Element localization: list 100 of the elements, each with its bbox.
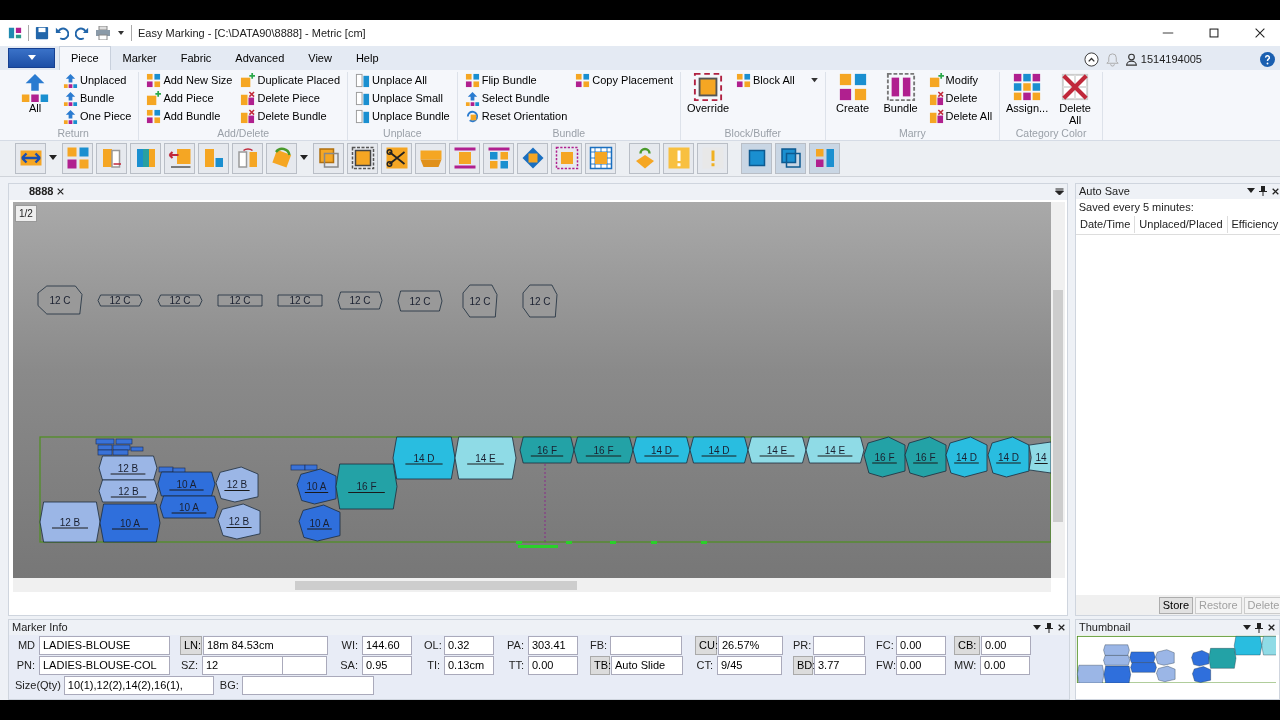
- maximize-icon[interactable]: [1207, 26, 1221, 40]
- pattern-piece[interactable]: 14 D: [945, 436, 988, 478]
- value-field[interactable]: 303.41: [528, 635, 578, 655]
- pattern-piece[interactable]: 14 D: [689, 436, 749, 464]
- collapse-ribbon-icon[interactable]: [1084, 51, 1100, 67]
- ribbon-tab[interactable]: Fabric: [168, 45, 224, 70]
- ribbon-button[interactable]: Assign...: [1006, 72, 1049, 115]
- pattern-piece[interactable]: 14 E: [454, 436, 517, 480]
- dropdown-caret-icon[interactable]: [1247, 188, 1256, 195]
- value-field[interactable]: 0.00: [980, 655, 1030, 675]
- close-icon[interactable]: [1057, 623, 1066, 633]
- value-field[interactable]: 10(1),12(2),14(2),16(1),: [63, 675, 214, 695]
- value-field[interactable]: [813, 635, 865, 655]
- dropdown-caret-icon[interactable]: [1243, 624, 1251, 631]
- value-field[interactable]: 0.00: [981, 635, 1031, 655]
- field-label-button[interactable]: BD:: [793, 655, 813, 675]
- value-field[interactable]: 26.57%: [718, 635, 783, 655]
- value-field[interactable]: [241, 675, 374, 695]
- field-label-button[interactable]: TB:: [590, 655, 610, 675]
- tool-button[interactable]: [775, 142, 806, 174]
- pattern-piece[interactable]: 12 B: [217, 503, 261, 540]
- tool-button[interactable]: [381, 142, 412, 174]
- value-field[interactable]: Auto Slide: [611, 655, 683, 675]
- pattern-piece[interactable]: 12 C: [397, 290, 443, 312]
- ribbon-button[interactable]: Delete All: [927, 108, 994, 124]
- redo-icon[interactable]: [75, 26, 89, 40]
- ribbon-button[interactable]: Reset Orientation: [463, 108, 569, 124]
- tool-button[interactable]: [347, 142, 378, 174]
- ribbon-tab[interactable]: View: [296, 45, 344, 70]
- value-field[interactable]: LADIES-BLOUSE: [39, 635, 170, 655]
- pattern-piece[interactable]: 12 B: [39, 501, 101, 543]
- dropdown-caret-icon[interactable]: [1033, 624, 1041, 631]
- pin-icon[interactable]: [1259, 186, 1268, 197]
- field-label-button[interactable]: LN:: [180, 635, 202, 655]
- save-icon[interactable]: [35, 26, 49, 40]
- document-tab[interactable]: 8888: [29, 183, 54, 200]
- ribbon-button[interactable]: Create: [831, 72, 874, 115]
- pattern-piece[interactable]: 14: [1028, 441, 1051, 474]
- ribbon-tab[interactable]: Marker: [110, 45, 169, 70]
- pattern-piece[interactable]: 16 F: [863, 436, 906, 478]
- ribbon-button[interactable]: Add New Size: [145, 72, 234, 88]
- value-field[interactable]: 3.77: [814, 655, 866, 675]
- pattern-piece[interactable]: 14 D: [987, 436, 1030, 478]
- scrollbar-thumb[interactable]: [295, 580, 577, 590]
- ribbon-button[interactable]: Add Bundle: [145, 108, 234, 124]
- ribbon-button[interactable]: Bundle: [879, 72, 922, 115]
- scrollbar-thumb[interactable]: [1053, 289, 1063, 522]
- close-icon[interactable]: [56, 187, 66, 197]
- value-field[interactable]: 0.00: [896, 655, 946, 675]
- ribbon-button[interactable]: Delete All: [1054, 72, 1097, 127]
- pattern-piece[interactable]: 12 C: [522, 284, 558, 318]
- file-menu-button[interactable]: [8, 48, 55, 68]
- close-icon[interactable]: [1267, 623, 1276, 633]
- dropdown-caret-icon[interactable]: [117, 29, 125, 37]
- pattern-piece[interactable]: 12 C: [337, 291, 383, 310]
- ribbon-button[interactable]: Duplicate Placed: [239, 72, 342, 88]
- pattern-piece[interactable]: 14 E: [747, 436, 807, 464]
- panel-menu-icon[interactable]: [1055, 187, 1064, 196]
- ribbon-button[interactable]: One Piece: [62, 108, 133, 124]
- pattern-piece[interactable]: 16 F: [904, 436, 947, 478]
- field-label-button[interactable]: CU:: [695, 635, 717, 655]
- ribbon-button[interactable]: Add Piece: [145, 90, 234, 106]
- close-icon[interactable]: [1253, 26, 1267, 40]
- value-field[interactable]: 0.32: [444, 635, 494, 655]
- pattern-piece[interactable]: 12 C: [462, 284, 498, 318]
- ribbon-button[interactable]: Unplace Small: [354, 90, 451, 106]
- ribbon-button[interactable]: Delete: [927, 90, 994, 106]
- value-field[interactable]: 0.13cm: [444, 655, 494, 675]
- pattern-piece[interactable]: 14 D: [632, 436, 691, 464]
- autosave-button[interactable]: Store: [1158, 597, 1194, 615]
- pattern-piece[interactable]: 16 F: [573, 436, 634, 464]
- pin-icon[interactable]: [1045, 622, 1053, 633]
- tool-button[interactable]: [741, 142, 772, 174]
- value-field[interactable]: LADIES-BLOUSE-COL: [39, 655, 170, 675]
- close-icon[interactable]: [1271, 186, 1280, 196]
- pattern-piece[interactable]: 14 E: [805, 436, 865, 464]
- ribbon-button[interactable]: Modify: [927, 72, 994, 88]
- ribbon-button[interactable]: Delete Piece: [239, 90, 342, 106]
- undo-icon[interactable]: [55, 26, 69, 40]
- ribbon-button[interactable]: Copy Placement: [574, 72, 675, 88]
- ribbon-button[interactable]: Override: [687, 72, 730, 115]
- pattern-piece[interactable]: 12 C: [277, 294, 323, 307]
- ribbon-tab[interactable]: Piece: [59, 45, 111, 70]
- ribbon-button[interactable]: Bundle: [62, 90, 133, 106]
- pattern-piece[interactable]: 12 C: [37, 285, 83, 315]
- value-field[interactable]: 0.00: [528, 655, 578, 675]
- value-field[interactable]: 12: [202, 655, 283, 675]
- ribbon-button[interactable]: Flip Bundle: [463, 72, 569, 88]
- dropdown-button[interactable]: [300, 155, 310, 162]
- field-label-button[interactable]: CB:: [954, 635, 980, 655]
- pattern-piece[interactable]: 12 C: [97, 294, 143, 307]
- value-field[interactable]: [610, 635, 682, 655]
- value-field[interactable]: [283, 655, 327, 675]
- marker-thumbnail-drawing[interactable]: [1076, 635, 1276, 684]
- pattern-piece[interactable]: 12 C: [157, 294, 203, 307]
- ribbon-tab[interactable]: Help: [343, 45, 391, 70]
- value-field[interactable]: 9/45: [717, 655, 782, 675]
- ribbon-tab[interactable]: Advanced: [223, 45, 297, 70]
- ribbon-button[interactable]: Select Bundle: [463, 90, 569, 106]
- pattern-piece[interactable]: 16 F: [335, 463, 398, 510]
